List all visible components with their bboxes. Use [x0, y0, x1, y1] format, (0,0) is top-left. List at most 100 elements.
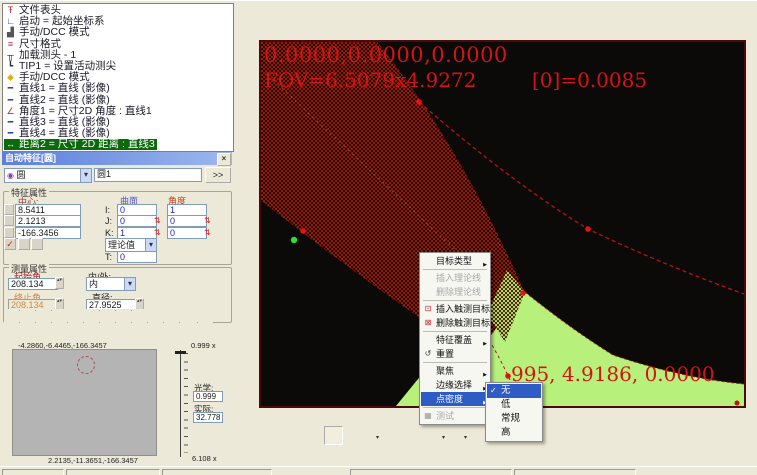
- center-coordinate-field[interactable]: 8.5411: [15, 204, 81, 216]
- magnet-icon[interactable]: [258, 426, 277, 445]
- vector-field-1[interactable]: 1: [117, 227, 157, 239]
- arc-up-icon[interactable]: [236, 186, 252, 199]
- measure-point[interactable]: [585, 226, 591, 232]
- perpendicular-icon[interactable]: [236, 134, 252, 147]
- vector-spinner-icon-2[interactable]: ⇅: [204, 215, 211, 226]
- t-field[interactable]: 0: [117, 251, 157, 263]
- zoom-slider-track[interactable]: [180, 350, 181, 457]
- tree-item[interactable]: ━ 直线2 = 直线 (影像): [4, 95, 112, 106]
- feature-tree[interactable]: Ŧ 文件表头 ∟ 启动 = 起始坐标系 ▟ 手动/DCC 模式 ≡ 尺寸格式 ╥…: [2, 3, 234, 152]
- context-menu-item[interactable]: 边缘选择: [421, 378, 489, 392]
- context-menu-item[interactable]: 目标类型: [421, 254, 489, 268]
- center-mode-icon[interactable]: [52, 309, 67, 324]
- level-icon[interactable]: [434, 426, 453, 445]
- vector-field-1[interactable]: 0: [117, 215, 157, 227]
- measurement-view[interactable]: 0.0000,0.0000,0.0000 FOV=6.5079x4.9272 […: [259, 40, 746, 408]
- grid-icon[interactable]: [236, 4, 252, 17]
- optical-field[interactable]: 0.999: [193, 391, 223, 402]
- submenu-item[interactable]: 常规: [487, 412, 541, 426]
- hatch-icon[interactable]: [164, 309, 179, 324]
- grid-icon[interactable]: [148, 309, 163, 324]
- target-icon[interactable]: [116, 324, 133, 341]
- slot-icon[interactable]: [236, 121, 252, 134]
- box-mode-icon[interactable]: [84, 309, 99, 324]
- context-menu-item[interactable]: 点密度: [421, 392, 489, 406]
- vector-field-2[interactable]: 0: [167, 227, 207, 239]
- submenu-item[interactable]: 无: [487, 384, 541, 398]
- dialog-titlebar[interactable]: 自动特征[圆] ×: [2, 152, 232, 165]
- axis-lock-button[interactable]: [4, 227, 14, 238]
- confirm-check-button[interactable]: ✓: [4, 238, 16, 250]
- snap-icon[interactable]: [132, 309, 147, 324]
- theo-value-dropdown[interactable]: 理论值: [105, 238, 157, 252]
- measure-point[interactable]: [520, 290, 526, 296]
- circle-icon[interactable]: [236, 82, 252, 95]
- context-menu-item[interactable]: ↺ 重置: [421, 347, 489, 361]
- context-menu-item[interactable]: ⊠ 删除触测目标: [421, 316, 489, 330]
- lasso-icon[interactable]: [198, 309, 213, 324]
- pointer-icon[interactable]: [135, 324, 152, 341]
- curve-icon[interactable]: [236, 95, 252, 108]
- measure-point[interactable]: [505, 373, 511, 379]
- vector-field-2[interactable]: 0: [167, 215, 207, 227]
- submenu-item[interactable]: 低: [487, 398, 541, 412]
- tree-item[interactable]: ↔ 距离2 = 尺寸 2D 距离 : 直线3: [4, 139, 157, 150]
- measure-point[interactable]: [300, 228, 306, 234]
- dot-icon[interactable]: [236, 225, 252, 238]
- vector-spinner-icon-2[interactable]: ⇅: [204, 227, 211, 238]
- vector-spinner-icon[interactable]: ⇅: [154, 227, 161, 238]
- tree-item[interactable]: ▟ 手动/DCC 模式: [4, 27, 92, 38]
- web-icon[interactable]: [456, 426, 475, 445]
- context-menu-item[interactable]: ▦ 测试: [421, 409, 489, 423]
- goblet-icon[interactable]: [390, 426, 409, 445]
- lamp-icon[interactable]: [78, 324, 95, 341]
- point-icon[interactable]: [236, 17, 252, 30]
- submenu-item[interactable]: 高: [487, 426, 541, 440]
- select-arrow-icon[interactable]: [182, 309, 197, 324]
- actual-field[interactable]: 32.778: [193, 412, 223, 423]
- axis-lock-button[interactable]: [4, 204, 14, 215]
- concentric-circle-icon[interactable]: [236, 56, 252, 69]
- context-menu-item[interactable]: 删除理论线: [421, 285, 489, 299]
- context-menu-item[interactable]: 插入理论线: [421, 271, 489, 285]
- measure-point[interactable]: [416, 99, 422, 105]
- inout-dropdown[interactable]: 内: [86, 277, 136, 291]
- arc-down-icon[interactable]: [236, 199, 252, 212]
- plane-icon[interactable]: [236, 238, 252, 251]
- bulb-icon[interactable]: [412, 426, 431, 445]
- feature-type-dropdown[interactable]: ◉ 圆: [4, 168, 92, 183]
- distance-icon[interactable]: [236, 30, 252, 43]
- context-menu-item[interactable]: 特征覆盖: [421, 333, 489, 347]
- vector-field-1[interactable]: 0: [117, 204, 157, 216]
- circle-dot-icon[interactable]: [236, 69, 252, 82]
- slash-icon[interactable]: [236, 173, 252, 186]
- magnifier-icon[interactable]: [59, 324, 76, 341]
- angle-tool-icon[interactable]: [236, 43, 252, 56]
- start-angle-field[interactable]: 208.134: [8, 278, 58, 290]
- circle-target-icon[interactable]: [324, 426, 343, 445]
- feature-name-field[interactable]: 圆1: [94, 168, 202, 182]
- line-icon[interactable]: [236, 108, 252, 121]
- axis-lock-button[interactable]: [4, 215, 14, 226]
- view-flip-icon[interactable]: [116, 309, 131, 324]
- constraint-button-2[interactable]: [31, 238, 43, 250]
- zoom-slider-handle[interactable]: [175, 351, 186, 354]
- probe-icon[interactable]: [97, 324, 114, 341]
- edge-select-icon[interactable]: [302, 426, 321, 445]
- measure-point[interactable]: [735, 401, 740, 406]
- context-menu-item[interactable]: ⊡ 插入触测目标: [421, 302, 489, 316]
- zoom-icon[interactable]: [368, 426, 387, 445]
- profile-icon[interactable]: [236, 160, 252, 173]
- view-normal-icon[interactable]: [100, 309, 115, 324]
- start-point[interactable]: [291, 237, 297, 243]
- vector-field-2[interactable]: 1: [167, 204, 207, 216]
- camera-icon[interactable]: [280, 426, 299, 445]
- exposure-icon[interactable]: [2, 324, 19, 341]
- constraint-button-1[interactable]: [18, 238, 30, 250]
- vector-spinner-icon[interactable]: ⇅: [154, 215, 161, 226]
- center-coordinate-field[interactable]: 2.1213: [15, 215, 81, 227]
- vector-icon[interactable]: [68, 309, 83, 324]
- center-coordinate-field[interactable]: -166.3456: [15, 227, 81, 239]
- surface-mode-icon[interactable]: [20, 309, 35, 324]
- angle2-icon[interactable]: [236, 212, 252, 225]
